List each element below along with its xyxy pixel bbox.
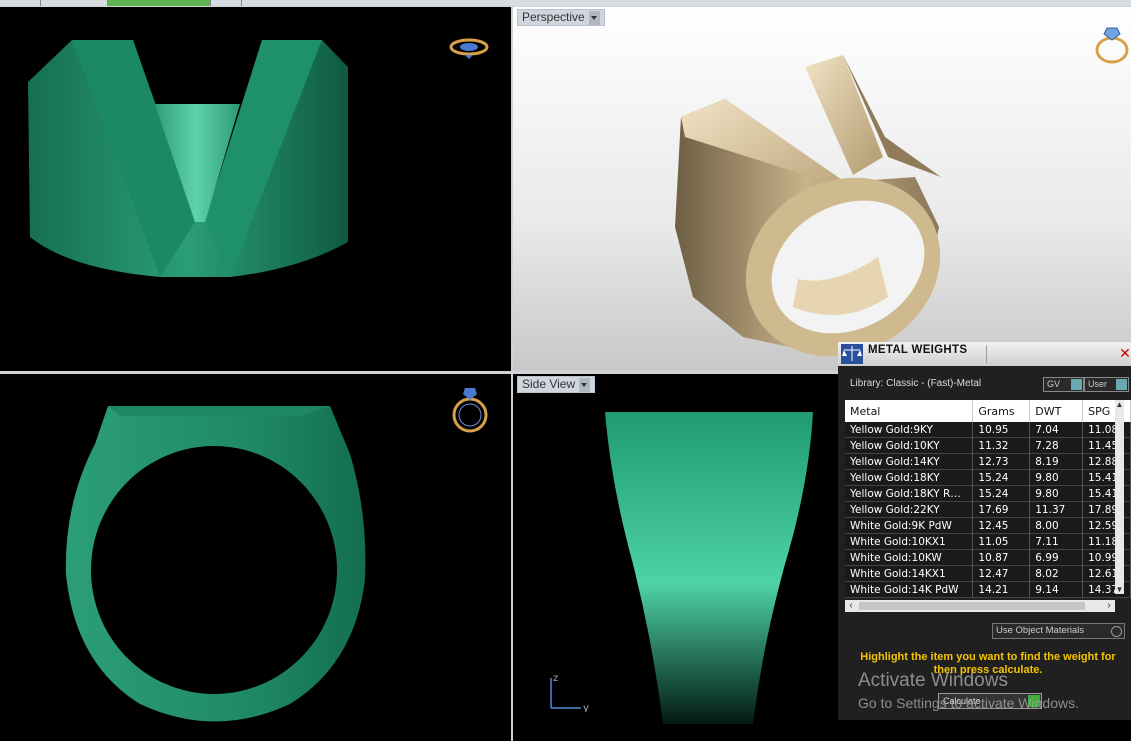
table-cell: Yellow Gold:14KY — [845, 453, 974, 470]
column-header-dwt[interactable]: DWT — [1029, 400, 1084, 422]
table-cell: 14.21 — [972, 581, 1031, 598]
column-header-metal[interactable]: Metal — [845, 400, 974, 422]
chevron-down-icon[interactable] — [579, 377, 591, 392]
table-header-row: Metal Grams DWT SPG — [845, 400, 1131, 422]
title-divider — [986, 345, 987, 363]
document-tab-active[interactable] — [108, 0, 211, 6]
table-vertical-scrollbar[interactable]: ▲ ▼ — [1115, 400, 1124, 594]
radio-icon[interactable] — [1111, 626, 1122, 637]
viewport-perspective-title: Perspective — [522, 10, 585, 24]
table-cell: Yellow Gold:10KY — [845, 437, 974, 454]
scroll-thumb[interactable] — [859, 602, 1085, 610]
table-cell: 11.32 — [972, 437, 1031, 454]
use-object-materials-label: Use Object Materials — [996, 625, 1085, 636]
library-label: Library: Classic - (Fast)-Metal — [850, 378, 982, 389]
user-toggle[interactable]: User — [1084, 377, 1129, 392]
windows-activation-watermark: Activate Windows Go to Settings to activ… — [858, 670, 1079, 711]
table-row[interactable]: Yellow Gold:18KY 15.24 9.80 15.41 — [845, 469, 1131, 486]
axis-triad-icon: z y — [550, 673, 589, 712]
user-toggle-indicator — [1116, 379, 1127, 390]
user-label: User — [1088, 379, 1108, 389]
table-cell: Yellow Gold:22KY — [845, 501, 974, 518]
table-cell: 9.80 — [1029, 485, 1084, 502]
table-row[interactable]: White Gold:14K PdW 14.21 9.14 14.37 — [845, 581, 1131, 598]
table-cell: 10.87 — [972, 549, 1031, 566]
table-cell: White Gold:14K PdW — [845, 581, 974, 598]
table-cell: 6.99 — [1029, 549, 1084, 566]
table-cell: 15.24 — [972, 469, 1031, 486]
table-cell: 9.80 — [1029, 469, 1084, 486]
viewport-top[interactable] — [0, 7, 511, 371]
table-cell: White Gold:10KW — [845, 549, 974, 566]
viewport-side-title: Side View — [522, 377, 576, 391]
metal-weights-panel: METAL WEIGHTS ✕ Library: Classic - (Fast… — [838, 342, 1131, 720]
document-tab[interactable] — [211, 0, 242, 6]
table-row[interactable]: Yellow Gold:14KY 12.73 8.19 12.88 — [845, 453, 1131, 470]
ring-top-icon[interactable] — [449, 34, 491, 62]
table-cell: 15.24 — [972, 485, 1031, 502]
watermark-title: Activate Windows — [858, 670, 1008, 691]
metal-table: Metal Grams DWT SPG Yellow Gold:9KY 10.95… — [845, 400, 1131, 598]
axis-z-label: z — [553, 673, 558, 684]
watermark-subtitle: Go to Settings to activate Windows. — [858, 695, 1079, 711]
table-cell: 7.11 — [1029, 533, 1084, 550]
use-object-materials-toggle[interactable]: Use Object Materials — [992, 623, 1125, 639]
table-cell: 8.02 — [1029, 565, 1084, 582]
table-cell: 12.47 — [972, 565, 1031, 582]
table-row[interactable]: White Gold:14KX1 12.47 8.02 12.61 — [845, 565, 1131, 582]
viewport-perspective[interactable]: Perspective — [513, 7, 1131, 371]
ring-front-icon[interactable] — [449, 382, 491, 434]
table-cell: 9.14 — [1029, 581, 1084, 598]
table-cell: 10.95 — [972, 422, 1031, 438]
table-row[interactable]: White Gold:9K PdW 12.45 8.00 12.59 — [845, 517, 1131, 534]
scale-icon — [841, 344, 863, 364]
table-cell: 8.00 — [1029, 517, 1084, 534]
ring-perspective-model — [675, 55, 941, 357]
gv-toggle-indicator — [1071, 379, 1082, 390]
document-tab-strip — [0, 0, 1131, 6]
table-row[interactable]: Yellow Gold:9KY 10.95 7.04 11.08 — [845, 422, 1131, 438]
table-row[interactable]: White Gold:10KX1 11.05 7.11 11.18 — [845, 533, 1131, 550]
chevron-down-icon[interactable] — [588, 10, 600, 25]
scroll-right-icon[interactable]: › — [1103, 600, 1115, 612]
metal-weights-titlebar[interactable]: METAL WEIGHTS ✕ — [838, 342, 1131, 366]
table-cell: Yellow Gold:18KY — [845, 469, 974, 486]
gv-label: GV — [1047, 379, 1061, 389]
table-cell: 11.05 — [972, 533, 1031, 550]
table-cell: 12.73 — [972, 453, 1031, 470]
viewport-side-label[interactable]: Side View — [517, 376, 596, 393]
table-row[interactable]: White Gold:10KW 10.87 6.99 10.99 — [845, 549, 1131, 566]
metal-table-wrap: Metal Grams DWT SPG Yellow Gold:9KY 10.95… — [845, 400, 1131, 600]
ring-top-model — [28, 40, 348, 277]
table-cell: 11.37 — [1029, 501, 1084, 518]
ring-front-model — [65, 406, 366, 722]
document-tab[interactable] — [0, 0, 41, 6]
table-cell: 7.28 — [1029, 437, 1084, 454]
gv-toggle[interactable]: GV — [1043, 377, 1084, 392]
viewport-front[interactable] — [0, 374, 511, 741]
table-row[interactable]: Yellow Gold:10KY 11.32 7.28 11.45 — [845, 437, 1131, 454]
viewport-perspective-label[interactable]: Perspective — [517, 9, 605, 26]
table-cell: 17.69 — [972, 501, 1031, 518]
table-row[interactable]: Yellow Gold:18KY R… 15.24 9.80 15.41 — [845, 485, 1131, 502]
metal-weights-title: METAL WEIGHTS — [868, 344, 968, 356]
table-cell: 7.04 — [1029, 422, 1084, 438]
close-icon[interactable]: ✕ — [1119, 345, 1131, 361]
table-cell: White Gold:14KX1 — [845, 565, 974, 582]
table-cell: Yellow Gold:18KY R… — [845, 485, 974, 502]
table-cell: 12.45 — [972, 517, 1031, 534]
table-row[interactable]: Yellow Gold:22KY 17.69 11.37 17.89 — [845, 501, 1131, 518]
column-header-grams[interactable]: Grams — [972, 400, 1031, 422]
table-cell: Yellow Gold:9KY — [845, 422, 974, 438]
table-cell: 8.19 — [1029, 453, 1084, 470]
table-horizontal-scrollbar[interactable]: ‹ › — [845, 600, 1115, 612]
ring-perspective-icon[interactable] — [1093, 20, 1131, 66]
table-cell: White Gold:10KX1 — [845, 533, 974, 550]
scroll-down-icon[interactable]: ▼ — [1115, 585, 1124, 594]
table-cell: White Gold:9K PdW — [845, 517, 974, 534]
scroll-left-icon[interactable]: ‹ — [845, 600, 857, 612]
document-tab[interactable] — [41, 0, 108, 6]
scroll-up-icon[interactable]: ▲ — [1115, 400, 1124, 409]
axis-y-label: y — [583, 703, 589, 712]
